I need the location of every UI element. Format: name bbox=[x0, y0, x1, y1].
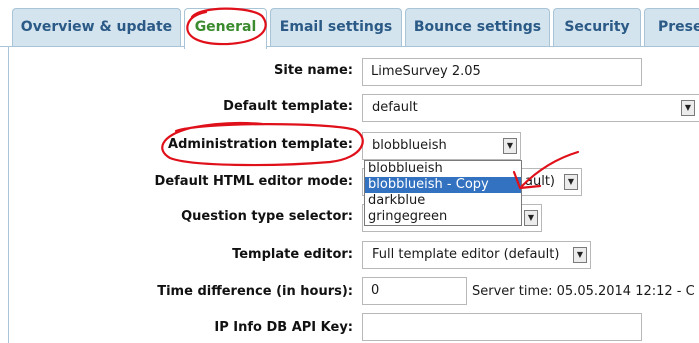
admin-template-dropdown-list: blobblueish blobblueish - Copy darkblue … bbox=[364, 160, 522, 226]
settings-tab-bar: Overview & update General Email settings… bbox=[0, 0, 699, 49]
site-name-label: Site name: bbox=[274, 63, 353, 78]
admin-template-select[interactable]: blobblueish ▼ bbox=[362, 132, 521, 160]
server-time-text: Server time: 05.05.2014 12:12 - C bbox=[472, 284, 695, 299]
tab-general[interactable]: General bbox=[184, 8, 267, 49]
dropdown-arrow-icon[interactable]: ▼ bbox=[524, 210, 538, 226]
dropdown-arrow-icon[interactable]: ▼ bbox=[503, 138, 517, 154]
option-darkblue[interactable]: darkblue bbox=[365, 193, 521, 209]
time-difference-label: Time difference (in hours): bbox=[157, 284, 353, 299]
html-editor-mode-value: ault) bbox=[525, 174, 555, 189]
site-name-input[interactable]: LimeSurvey 2.05 bbox=[362, 58, 642, 86]
ip-info-key-label: IP Info DB API Key: bbox=[214, 320, 353, 335]
admin-template-value: blobblueish bbox=[372, 138, 447, 153]
option-blobblueish[interactable]: blobblueish bbox=[365, 161, 521, 177]
tab-overview-update[interactable]: Overview & update bbox=[12, 8, 181, 46]
option-gringegreen[interactable]: gringegreen bbox=[365, 209, 521, 225]
default-template-select[interactable]: default ▼ bbox=[362, 94, 699, 122]
template-editor-value: Full template editor (default) bbox=[372, 247, 560, 262]
option-blobblueish-copy[interactable]: blobblueish - Copy bbox=[365, 177, 521, 193]
template-editor-label: Template editor: bbox=[232, 247, 353, 262]
dropdown-arrow-icon[interactable]: ▼ bbox=[564, 174, 578, 190]
tab-presentation[interactable]: Prese bbox=[644, 8, 699, 46]
tabs-divider bbox=[0, 46, 699, 47]
template-editor-select[interactable]: Full template editor (default) ▼ bbox=[362, 241, 591, 269]
ip-info-key-input[interactable] bbox=[362, 313, 642, 341]
default-template-value: default bbox=[372, 100, 418, 115]
html-editor-mode-label: Default HTML editor mode: bbox=[154, 174, 353, 189]
tab-email-settings[interactable]: Email settings bbox=[270, 8, 402, 46]
tab-security[interactable]: Security bbox=[553, 8, 641, 46]
dropdown-arrow-icon[interactable]: ▼ bbox=[681, 100, 695, 116]
default-template-label: Default template: bbox=[223, 99, 353, 114]
question-type-selector-label: Question type selector: bbox=[181, 209, 353, 224]
dropdown-arrow-icon[interactable]: ▼ bbox=[573, 247, 587, 263]
tab-bounce-settings[interactable]: Bounce settings bbox=[405, 8, 550, 46]
time-difference-input[interactable]: 0 bbox=[362, 277, 467, 305]
admin-template-label: Administration template: bbox=[168, 137, 353, 152]
